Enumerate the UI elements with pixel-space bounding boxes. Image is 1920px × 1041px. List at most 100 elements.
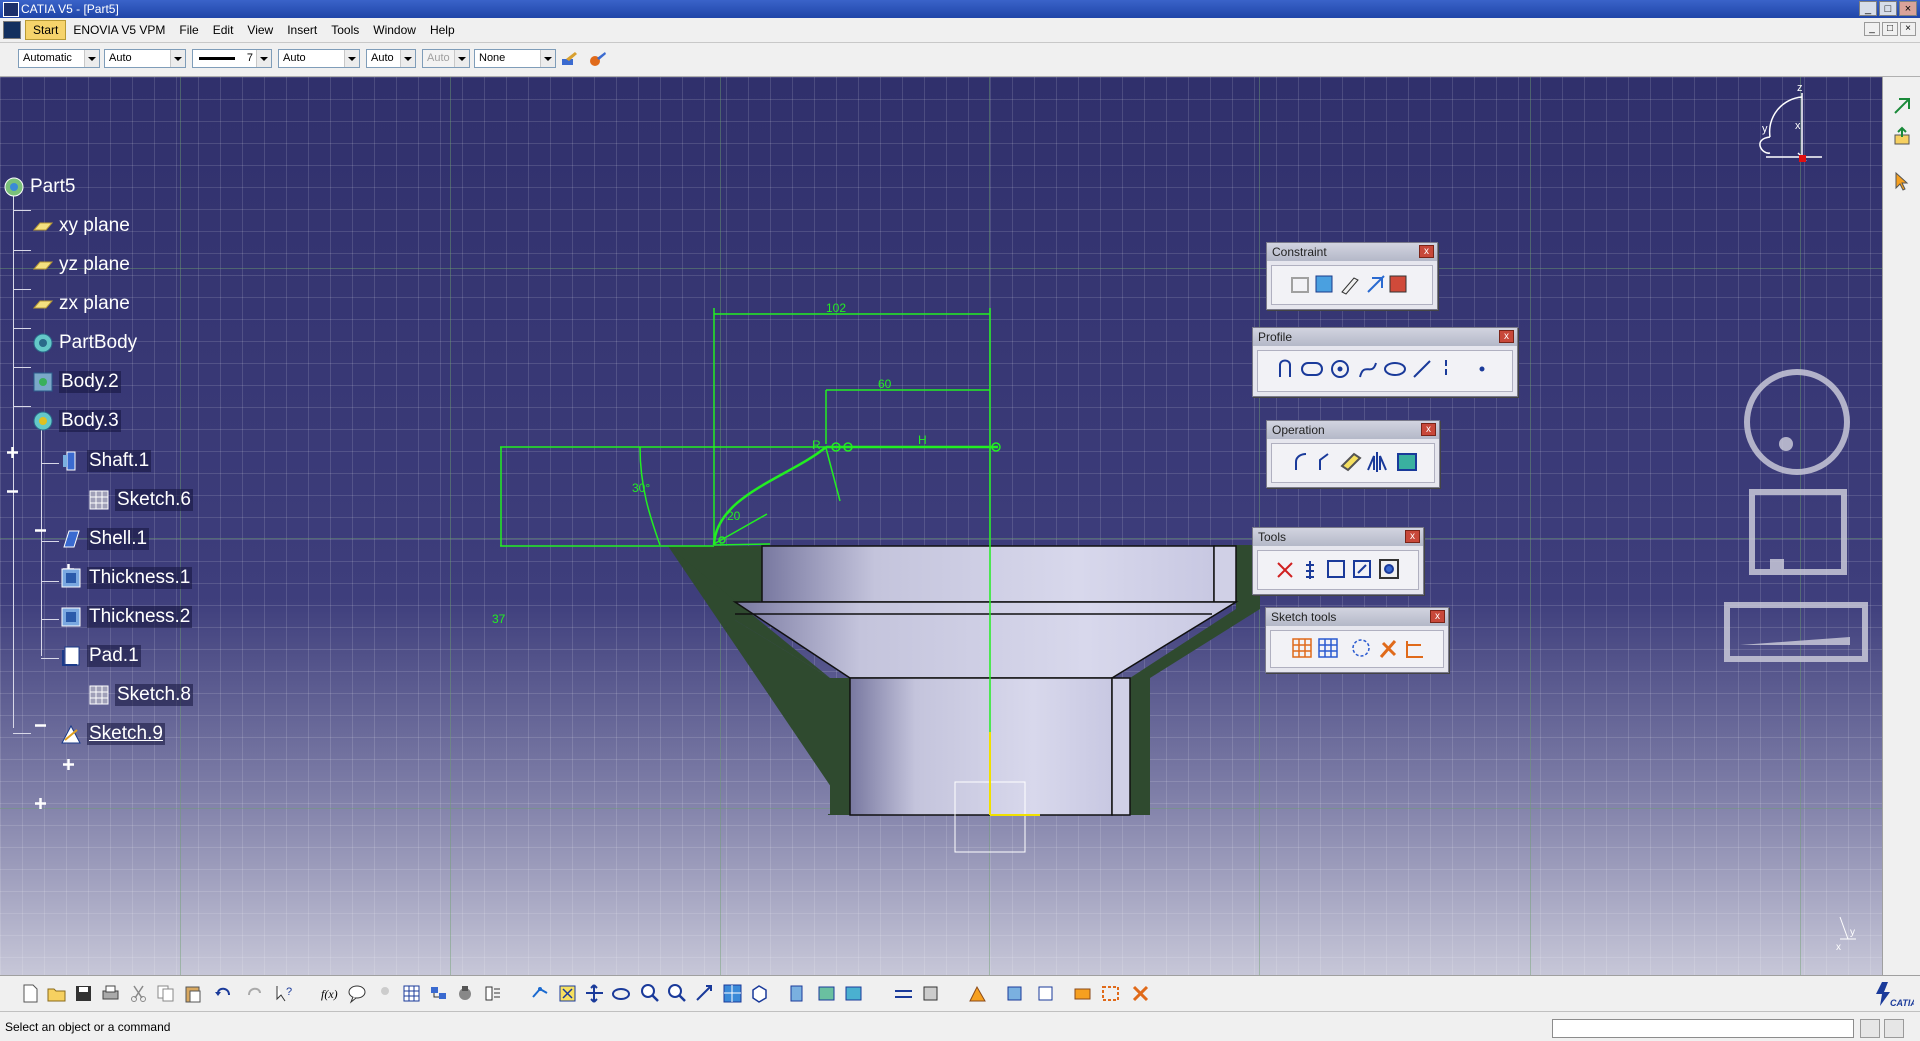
menu-help[interactable]: Help (423, 21, 462, 39)
menu-view[interactable]: View (240, 21, 280, 39)
dimension-102[interactable]: 102 (826, 301, 846, 315)
tree-item-yz-plane[interactable]: yz plane (31, 251, 130, 279)
minimize-button[interactable]: _ (1859, 1, 1877, 16)
tree-item-body2[interactable]: Body.2 (31, 368, 121, 396)
constraint-icon[interactable] (1315, 275, 1333, 293)
fly-mode-icon[interactable] (530, 983, 551, 1004)
menu-start[interactable]: Start (25, 20, 67, 40)
tools-toolbar-title[interactable]: Tools (1253, 528, 1423, 546)
line-icon[interactable] (1413, 360, 1431, 378)
sketcher-icon[interactable] (967, 983, 988, 1004)
grid-icon[interactable] (1292, 638, 1312, 658)
tools-close-button[interactable]: x (1405, 530, 1420, 543)
dimension-60[interactable]: 60 (878, 377, 892, 391)
tree-item-partbody[interactable]: PartBody (31, 329, 137, 357)
operation-close-button[interactable]: x (1421, 423, 1436, 436)
construction-element-icon[interactable] (1352, 639, 1370, 657)
formula-icon[interactable]: f(x) (320, 983, 341, 1004)
constraint-toolbar-title[interactable]: Constraint (1267, 243, 1437, 261)
line-weight-select[interactable]: 7 (192, 49, 272, 68)
chamfer-icon[interactable] (1319, 453, 1329, 470)
paste-icon[interactable] (182, 983, 203, 1004)
cut-icon[interactable] (128, 983, 149, 1004)
parameters-icon[interactable] (482, 983, 503, 1004)
line-type-select[interactable]: Auto (278, 49, 360, 68)
doc-minimize-button[interactable]: _ (1864, 22, 1880, 36)
transparency-select[interactable]: Auto (104, 49, 186, 68)
shaft-tool-icon[interactable] (1072, 983, 1093, 1004)
doc-restore-button[interactable]: □ (1882, 22, 1898, 36)
expand-plus-icon[interactable] (6, 446, 19, 459)
profile-toolbar-title[interactable]: Profile (1253, 328, 1517, 346)
menu-window[interactable]: Window (366, 21, 423, 39)
menu-edit[interactable]: Edit (206, 21, 241, 39)
status-close-icon[interactable] (1884, 1019, 1904, 1038)
contact-constraint-icon[interactable] (1341, 277, 1359, 295)
expand-plus-icon[interactable] (34, 797, 47, 810)
power-input-field[interactable] (1552, 1019, 1854, 1038)
corner-icon[interactable] (1295, 453, 1307, 470)
tree-item-shell1[interactable]: Shell.1 (59, 525, 150, 553)
multi-view-icon[interactable] (722, 983, 743, 1004)
iso-view-icon[interactable] (749, 983, 770, 1004)
menu-insert[interactable]: Insert (280, 21, 324, 39)
whats-this-icon[interactable]: ? (274, 983, 295, 1004)
zoom-in-icon[interactable] (640, 983, 661, 1004)
create-datum-icon[interactable] (1277, 562, 1293, 578)
table-icon[interactable] (401, 983, 422, 1004)
sketch-solving-status-icon[interactable] (1353, 560, 1371, 578)
tree-item-shaft1[interactable]: Shaft.1 (59, 447, 152, 475)
exit-workbench-icon[interactable] (1891, 95, 1913, 117)
menu-enovia[interactable]: ENOVIA V5 VPM (66, 21, 172, 39)
snap-to-point-icon[interactable] (1318, 638, 1338, 658)
open-folder-icon[interactable] (46, 983, 67, 1004)
point-icon[interactable] (1479, 366, 1485, 372)
sketch-analysis-icon[interactable] (1327, 560, 1345, 578)
tree-item-xy-plane[interactable]: xy plane (31, 212, 130, 240)
tree-item-zx-plane[interactable]: zx plane (31, 290, 130, 318)
component-icon[interactable] (455, 983, 476, 1004)
fix-together-icon[interactable] (1367, 275, 1385, 293)
compass[interactable] (1759, 93, 1822, 162)
geometrical-constraints-icon[interactable] (1379, 640, 1397, 658)
constraint-dialog-icon[interactable] (1291, 277, 1309, 293)
profile-icon[interactable] (1279, 359, 1291, 378)
tree-item-sketch6[interactable]: Sketch.6 (87, 486, 193, 514)
profile-close-button[interactable]: x (1499, 330, 1514, 343)
doc-close-button[interactable]: × (1900, 22, 1916, 36)
expand-plus-icon[interactable] (62, 758, 75, 771)
spline-icon[interactable] (1359, 362, 1377, 378)
select-arrow-icon[interactable] (1891, 170, 1913, 192)
tree-item-sketch8[interactable]: Sketch.8 (87, 681, 193, 709)
tree-item-sketch9[interactable]: Sketch.9 (59, 720, 165, 748)
lamp-icon[interactable] (375, 983, 396, 1004)
output-feature-icon[interactable] (1379, 559, 1399, 579)
undo-icon[interactable] (213, 983, 234, 1004)
measure-between-icon[interactable] (893, 983, 914, 1004)
menu-file[interactable]: File (172, 21, 205, 39)
hide-show-icon[interactable] (816, 983, 837, 1004)
sketch-tools-toolbar-title[interactable]: Sketch tools (1266, 608, 1448, 626)
copy-icon[interactable] (155, 983, 176, 1004)
maximize-button[interactable]: □ (1879, 1, 1897, 16)
equation-icon[interactable] (1306, 561, 1314, 579)
project-3d-elements-icon[interactable] (1397, 453, 1417, 471)
animate-constraint-icon[interactable] (1389, 275, 1407, 293)
painter-icon[interactable] (560, 50, 580, 68)
pocket-tool-icon[interactable] (1035, 983, 1056, 1004)
tree-root-part5[interactable]: Part5 (2, 173, 75, 201)
trim-icon[interactable] (1340, 452, 1362, 472)
groove-tool-icon[interactable] (1100, 983, 1121, 1004)
copy-format-icon[interactable] (588, 50, 608, 68)
print-icon[interactable] (100, 983, 121, 1004)
export-icon[interactable] (1891, 125, 1913, 147)
collapse-minus-icon[interactable] (34, 719, 47, 732)
pan-icon[interactable] (584, 983, 605, 1004)
normal-view-icon[interactable] (694, 983, 715, 1004)
rotate-icon[interactable] (611, 983, 632, 1004)
status-tool-icon[interactable] (1860, 1019, 1880, 1038)
constraint-close-button[interactable]: x (1419, 245, 1434, 258)
circle-icon[interactable] (1331, 360, 1349, 378)
dimensional-constraints-icon[interactable] (1406, 641, 1423, 658)
shading-icon[interactable] (786, 983, 807, 1004)
